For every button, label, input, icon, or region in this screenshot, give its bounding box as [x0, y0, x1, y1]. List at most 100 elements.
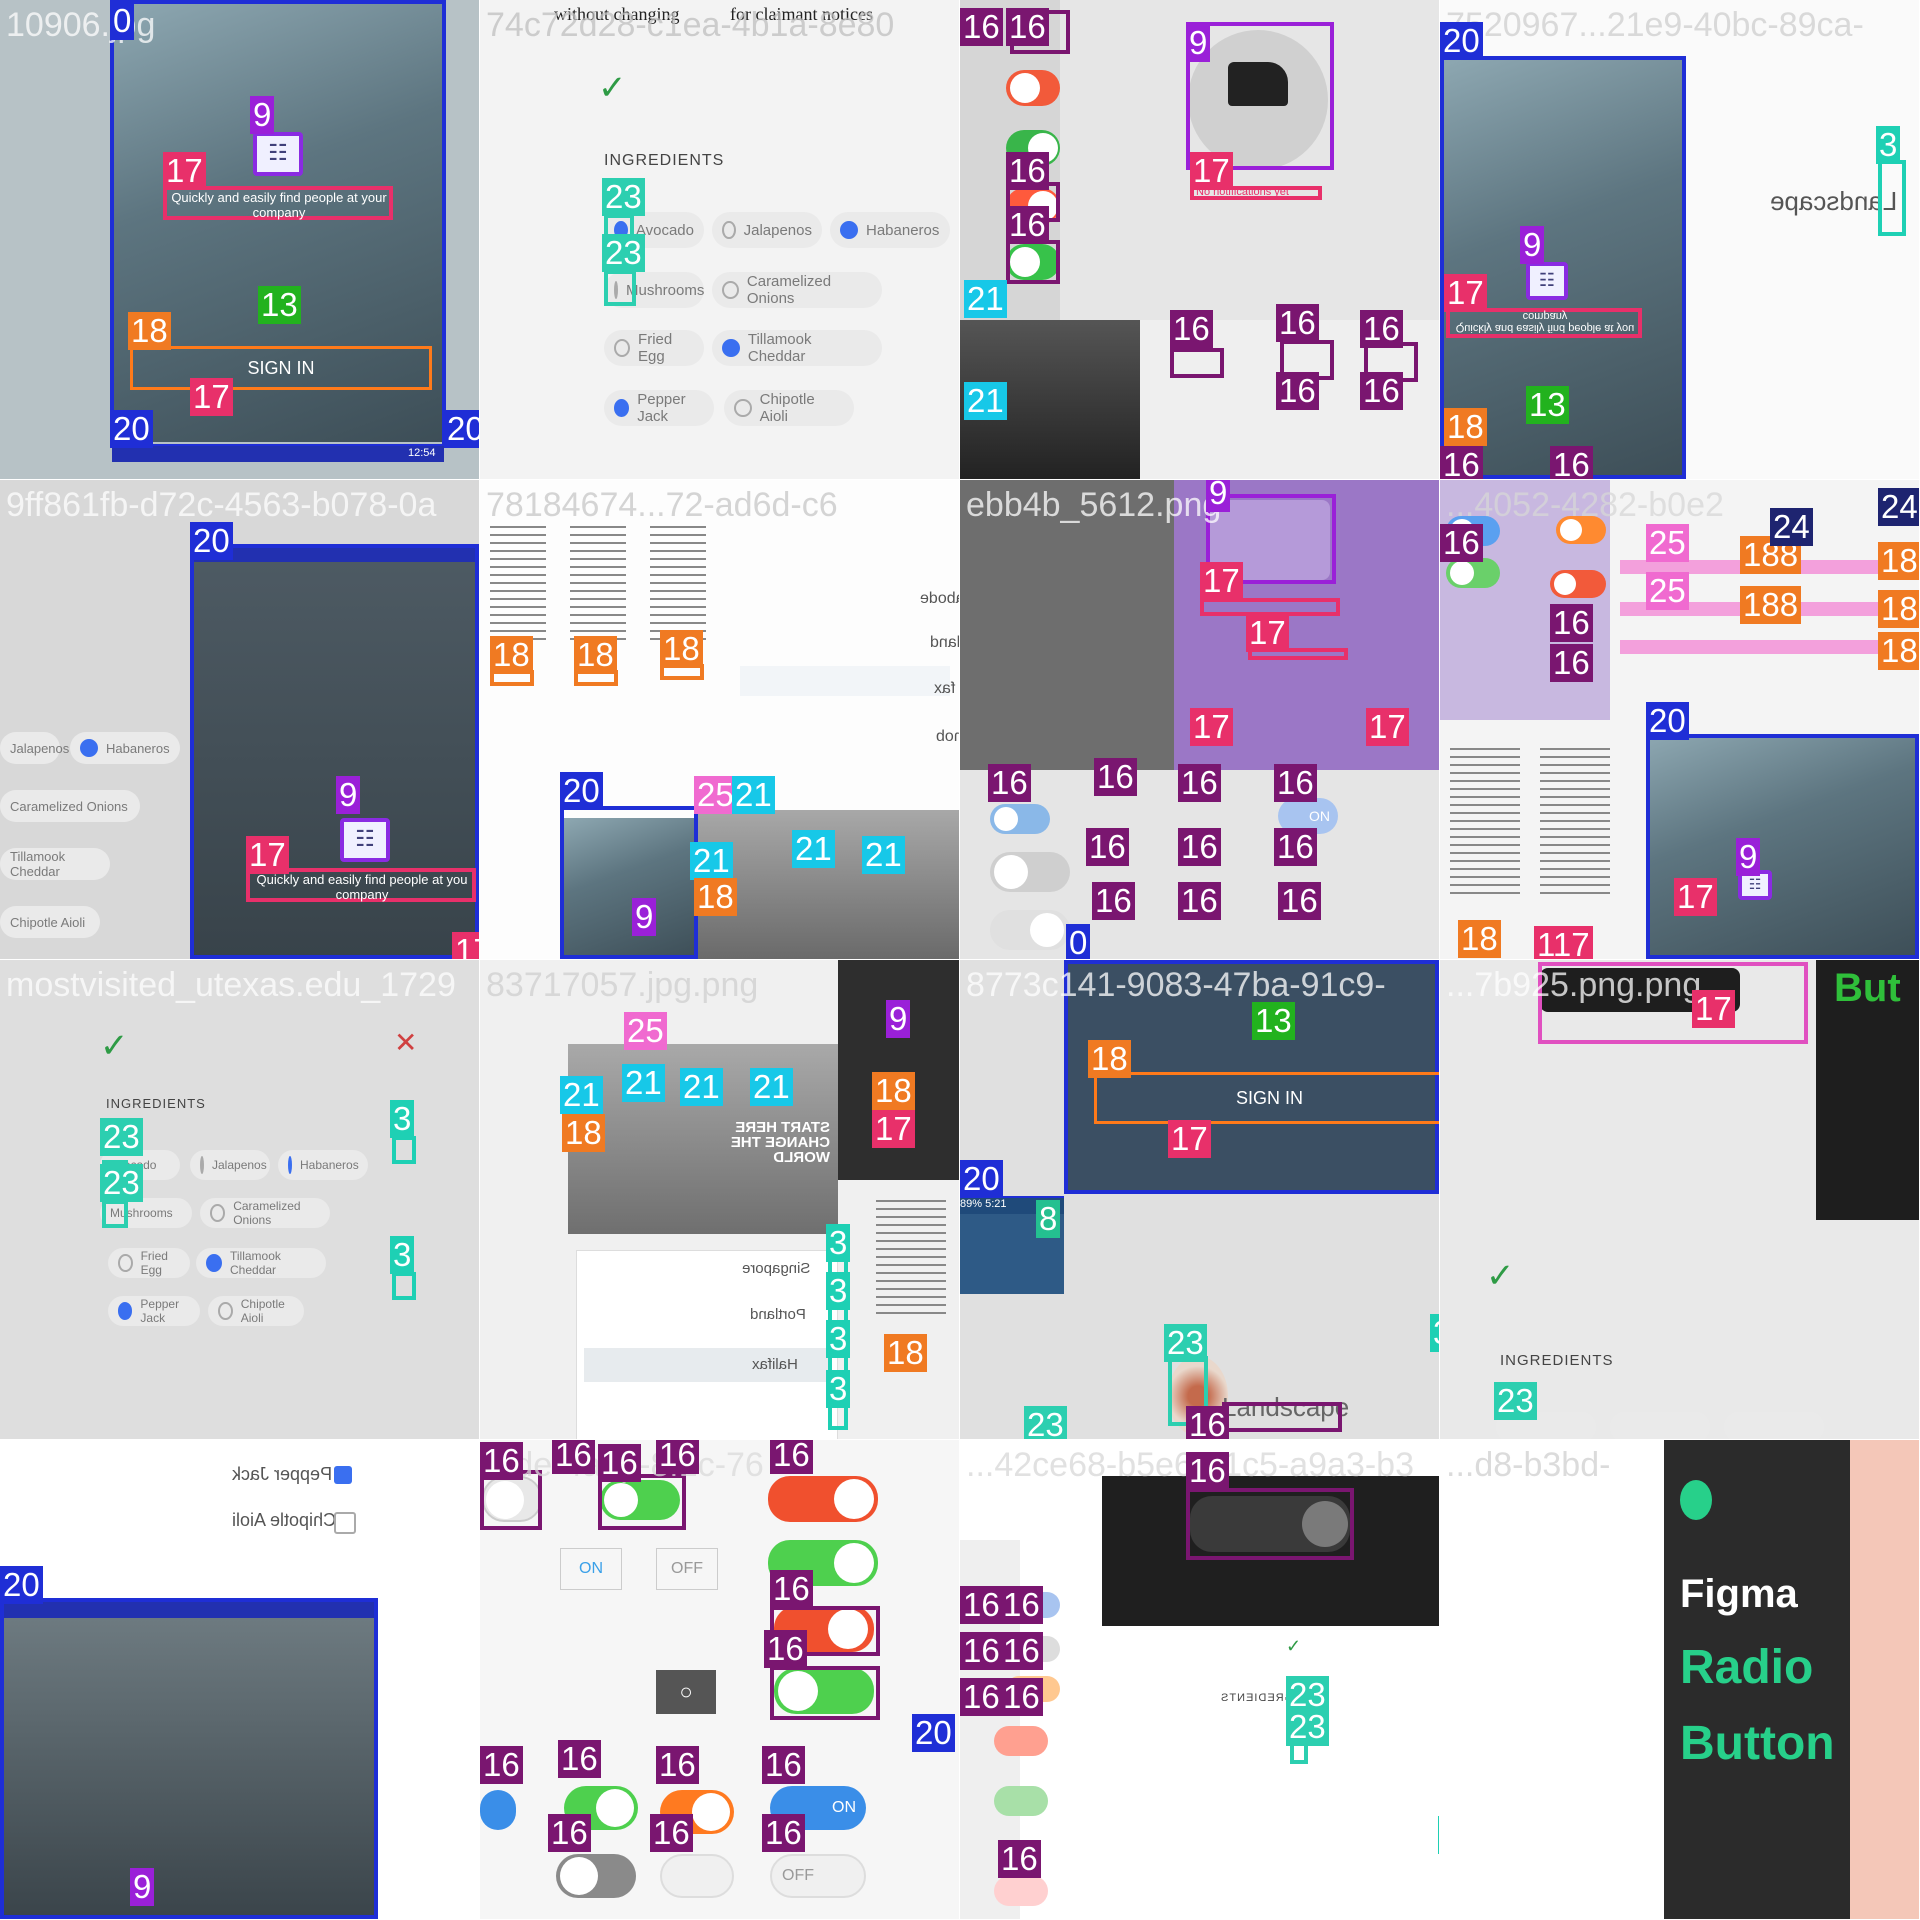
- toggle-white[interactable]: [660, 1854, 734, 1898]
- chip[interactable]: [1724, 1412, 1824, 1439]
- label-17b: 17: [1246, 614, 1289, 652]
- figma-button: Button: [1680, 1717, 1835, 1770]
- label-16g: 16: [1274, 828, 1317, 866]
- toggle-knob: [1010, 73, 1040, 103]
- toggle-off[interactable]: [990, 910, 1070, 950]
- chip-jalapenos[interactable]: Jalapenos: [190, 1150, 270, 1180]
- label-16i: 16: [1178, 882, 1221, 920]
- label-16h: 16: [998, 1840, 1041, 1878]
- label-18b: 18: [1878, 590, 1919, 628]
- label-9: 9: [336, 776, 361, 814]
- chip-label: Pepper Jack: [637, 391, 686, 425]
- toggle-off-white[interactable]: OFF: [770, 1854, 866, 1898]
- label-23: 23: [602, 178, 645, 216]
- label-21b: 21: [622, 1064, 665, 1102]
- city-1: abode: [920, 590, 959, 607]
- radio-icon: [734, 399, 752, 417]
- toggle-knob: [834, 1479, 874, 1519]
- label-20: 20: [960, 1160, 1003, 1198]
- check-icon: ✓: [100, 1027, 129, 1065]
- mosaic-grid: 10906.jpg ☷ Quickly and easily find peop…: [0, 0, 1920, 1920]
- chip-caramelized-onions[interactable]: Caramelized Onions: [0, 790, 140, 822]
- label-17c: 17: [1190, 708, 1233, 746]
- chip-chipotle-aioli[interactable]: Chipotle Aioli: [724, 390, 854, 426]
- toggle-gray-2[interactable]: [556, 1854, 636, 1898]
- toggle-blue[interactable]: [990, 804, 1050, 834]
- chip-fried-egg[interactable]: Fried Egg: [604, 330, 704, 366]
- label-16: 16: [1186, 1452, 1229, 1490]
- radio-icon: [200, 1156, 204, 1174]
- chip-pepper-jack[interactable]: Pepper Jack: [604, 390, 714, 426]
- label-9: 9: [130, 1868, 155, 1906]
- chip-jalapenos[interactable]: Jalapenos: [0, 732, 69, 764]
- chip-habaneros[interactable]: Habaneros: [278, 1150, 368, 1180]
- sign-in-button[interactable]: SIGN IN: [1094, 1072, 1439, 1124]
- label-20: 20: [190, 522, 233, 560]
- label-23b: 23: [1286, 1708, 1329, 1746]
- label-16g: 16: [1000, 1678, 1043, 1716]
- chip-jalapenos[interactable]: Jalapenos: [712, 212, 822, 248]
- label-18c: 18: [884, 1334, 927, 1372]
- label-16e: 16: [1000, 1632, 1043, 1670]
- chip-tillamook-cheddar[interactable]: Tillamook Cheddar: [712, 330, 882, 366]
- checkbox-empty[interactable]: [334, 1512, 356, 1534]
- label-17d: 17: [1366, 708, 1409, 746]
- toggle-on-label[interactable]: ON: [560, 1548, 622, 1590]
- toggle-blue-partial[interactable]: [480, 1790, 516, 1830]
- toggle-green[interactable]: [994, 1786, 1048, 1816]
- chip[interactable]: [1610, 1412, 1710, 1439]
- sign-in-button[interactable]: SIGN IN: [130, 346, 432, 390]
- chip-tillamook-cheddar[interactable]: Tillamook Cheddar: [196, 1248, 326, 1278]
- chip-label: Caramelized Onions: [746, 273, 832, 307]
- toggle-red[interactable]: [768, 1476, 878, 1522]
- chip-caramelized-onions[interactable]: Caramelized Onions: [200, 1198, 330, 1228]
- toggle-off-label[interactable]: OFF: [656, 1548, 718, 1590]
- article-column: [570, 526, 626, 646]
- label-3b: 3: [826, 1272, 851, 1310]
- chip-pepper-jack[interactable]: Pepper Jack: [108, 1296, 200, 1326]
- label-17: 17: [1674, 878, 1717, 916]
- label-20: 20: [1646, 702, 1689, 740]
- status-bar: [112, 446, 444, 462]
- tile-10: 8773c141-9083-47ba-91c9- SIGN IN 89% 5:2…: [960, 960, 1439, 1439]
- chip-fried-egg[interactable]: Fried Egg: [108, 1248, 190, 1278]
- toggle-gray[interactable]: [990, 852, 1070, 892]
- tile-filename: ebb4b_5612.png: [966, 486, 1222, 524]
- detection-box-screen: [1646, 734, 1919, 959]
- label-23b: 23: [100, 1164, 143, 1202]
- chip-habaneros[interactable]: Habaneros: [830, 212, 950, 248]
- radio-icon: [288, 1156, 292, 1174]
- contact-card-icon[interactable]: ☷: [340, 818, 390, 862]
- close-icon[interactable]: ✕: [394, 1026, 417, 1059]
- toggle-red[interactable]: [994, 1726, 1048, 1756]
- chip-label: Fried Egg: [140, 1249, 168, 1277]
- chip-caramelized-onions[interactable]: Caramelized Onions: [712, 272, 882, 308]
- toggle-green[interactable]: [1446, 558, 1500, 588]
- power-icon[interactable]: ○: [656, 1670, 716, 1714]
- chip-tillamook-cheddar[interactable]: Tillamook Cheddar: [0, 848, 110, 880]
- checkbox-checked[interactable]: [334, 1466, 352, 1484]
- city-2: Portland: [750, 1306, 806, 1323]
- chip-chipotle-aioli[interactable]: Chipotle Aioli: [208, 1296, 304, 1326]
- contact-card-icon[interactable]: ☷: [1526, 262, 1568, 300]
- label-23b: 23: [1024, 1406, 1067, 1439]
- toggle-pink[interactable]: [994, 1876, 1048, 1906]
- label-16: 16: [988, 764, 1031, 802]
- chip-habaneros[interactable]: Habaneros: [70, 732, 180, 764]
- chip-label: Chipotle Aioli: [240, 1297, 285, 1325]
- detection-box-16: [1186, 1488, 1354, 1560]
- toggle-red[interactable]: [1550, 570, 1606, 598]
- toggle-knob: [994, 807, 1018, 831]
- tile-filename: 8773c141-9083-47ba-91c9-: [966, 966, 1386, 1004]
- city-3: fax: [934, 680, 956, 697]
- toggle-knob: [692, 1793, 730, 1831]
- label-17b: 17: [452, 932, 479, 959]
- toggle-red[interactable]: [1006, 70, 1060, 106]
- detection-box-3: [1878, 160, 1906, 236]
- label-8: 8: [1036, 1200, 1061, 1238]
- contact-card-icon[interactable]: ☷: [253, 132, 303, 176]
- chip-chipotle-aioli[interactable]: Chipotle Aioli: [0, 906, 100, 938]
- chip-label: Jalapenos: [212, 1158, 267, 1172]
- chip-label: Jalapenos: [743, 221, 812, 239]
- detection-box-screen: [0, 1598, 378, 1919]
